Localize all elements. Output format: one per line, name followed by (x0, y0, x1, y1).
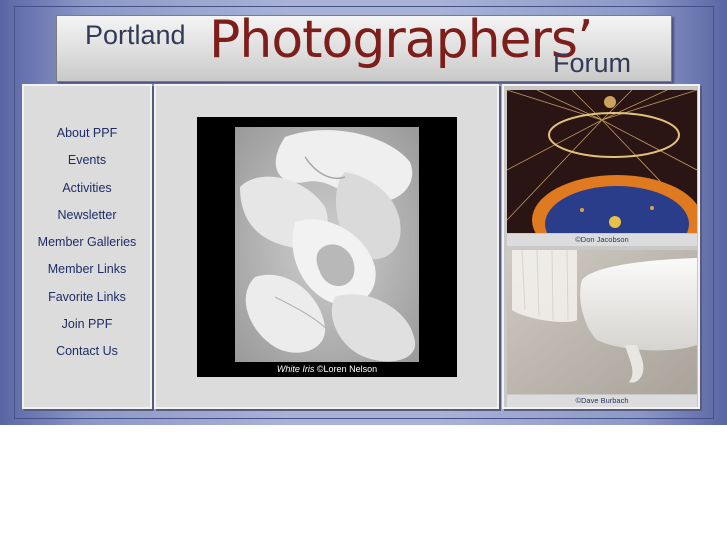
sidebar-photo-bathtub[interactable] (507, 250, 697, 394)
sidebar-photo-panel: ©Don Jacobson ©Dave Burbach (502, 84, 700, 409)
featured-iris-photo (235, 127, 419, 362)
featured-panel: White Iris ©Loren Nelson (154, 84, 499, 409)
page-frame: Portland Photographers’ Forum About PPF … (0, 0, 727, 425)
featured-photo-frame: White Iris ©Loren Nelson (197, 117, 457, 377)
nav-link-about[interactable]: About PPF (24, 124, 150, 151)
site-header-banner: Portland Photographers’ Forum (56, 10, 672, 82)
nav-link-events[interactable]: Events (24, 151, 150, 178)
featured-caption: White Iris ©Loren Nelson (197, 364, 457, 374)
header-word-photographers: Photographers’ (209, 10, 594, 70)
sidebar-photo-pendulum[interactable] (507, 90, 697, 233)
nav-link-join[interactable]: Join PPF (24, 315, 150, 342)
featured-credit: ©Loren Nelson (314, 364, 378, 374)
header-word-forum: Forum (553, 48, 632, 78)
nav-link-contact[interactable]: Contact Us (24, 342, 150, 369)
nav-link-member-links[interactable]: Member Links (24, 260, 150, 287)
nav-link-favorite-links[interactable]: Favorite Links (24, 288, 150, 315)
nav-panel: About PPF Events Activities Newsletter M… (22, 84, 152, 409)
sidebar-photo-2-credit: ©Dave Burbach (507, 395, 697, 407)
nav-link-member-galleries[interactable]: Member Galleries (24, 233, 150, 260)
header-word-portland: Portland (85, 20, 186, 50)
nav-list: About PPF Events Activities Newsletter M… (24, 124, 150, 370)
nav-link-newsletter[interactable]: Newsletter (24, 206, 150, 233)
sidebar-photo-1-credit: ©Don Jacobson (507, 234, 697, 246)
nav-link-activities[interactable]: Activities (24, 179, 150, 206)
featured-title: White Iris (276, 364, 315, 374)
